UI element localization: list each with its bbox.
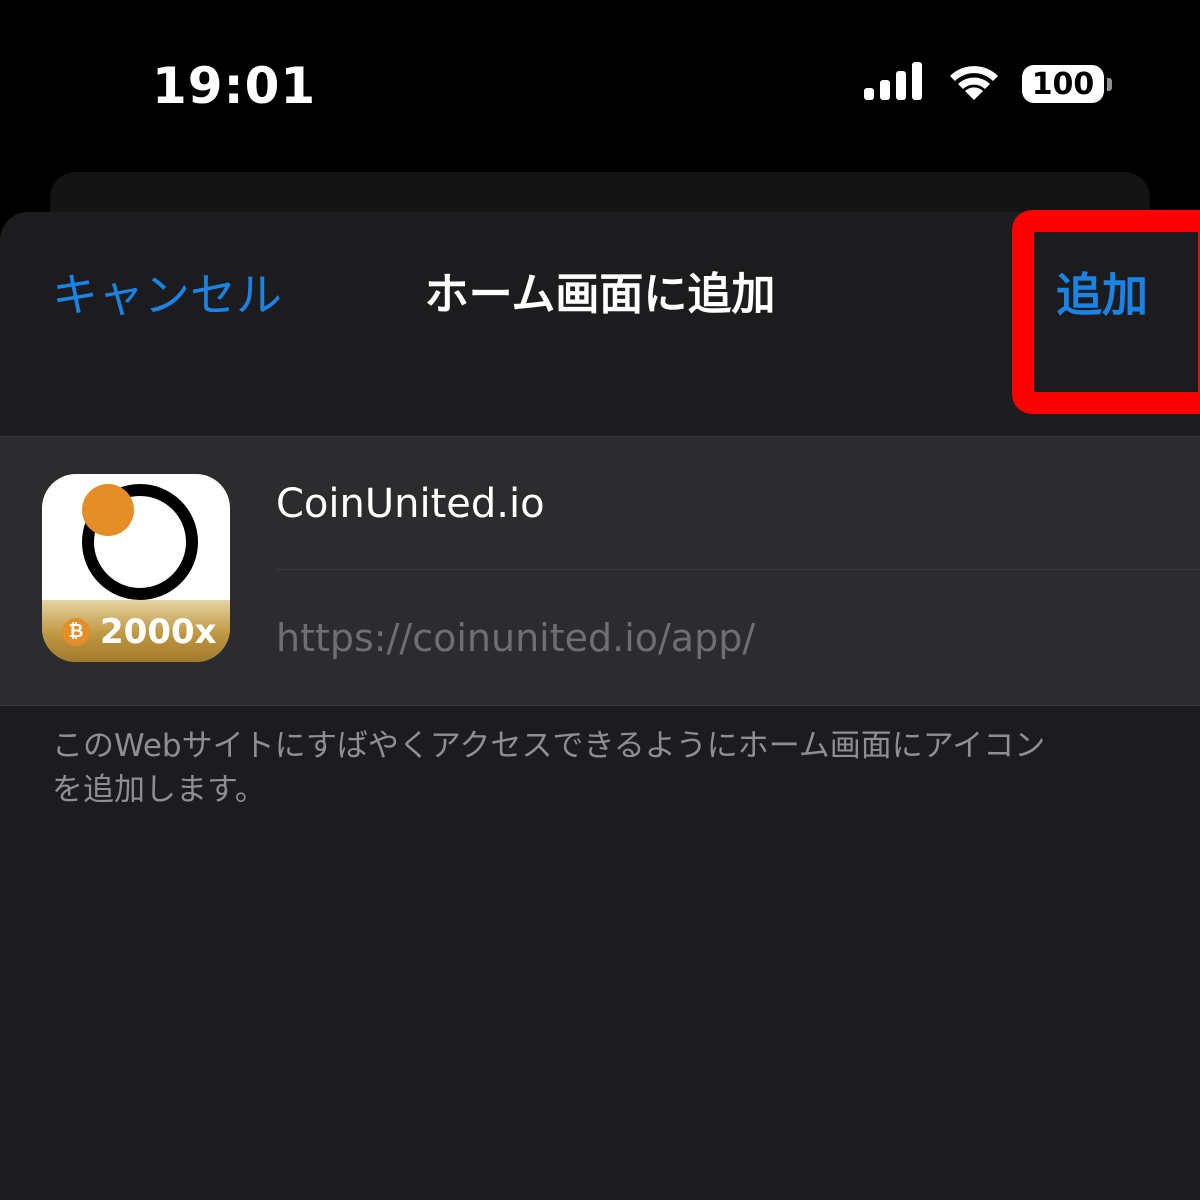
status-time: 19:01 [152, 57, 317, 115]
app-icon: ₿ 2000x [42, 474, 230, 662]
row-divider [276, 569, 1200, 570]
app-url: https://coinunited.io/app/ [276, 616, 756, 660]
status-icons: 100 [864, 62, 1112, 106]
battery-level: 100 [1031, 66, 1095, 102]
battery-nub [1107, 78, 1112, 91]
sheet-title: ホーム画面に追加 [424, 269, 776, 320]
description-text: このWebサイトにすばやくアクセスできるようにホーム画面にアイコンを追加します。 [52, 728, 1046, 808]
screen: 19:01 100 キャンセル ホーム画面に追加 追加 ₿ 2000x Coin… [0, 0, 1200, 1200]
icon-label: 2000x [100, 612, 217, 652]
bitcoin-icon: ₿ [62, 618, 90, 646]
add-button[interactable]: 追加 [1056, 262, 1148, 328]
app-name-field[interactable]: CoinUnited.io [276, 476, 545, 532]
wifi-icon [948, 62, 1000, 106]
battery-icon: 100 [1022, 65, 1112, 103]
add-to-home-sheet [0, 212, 1200, 1200]
signal-icon [864, 62, 926, 106]
orange-dot-icon [82, 484, 134, 536]
